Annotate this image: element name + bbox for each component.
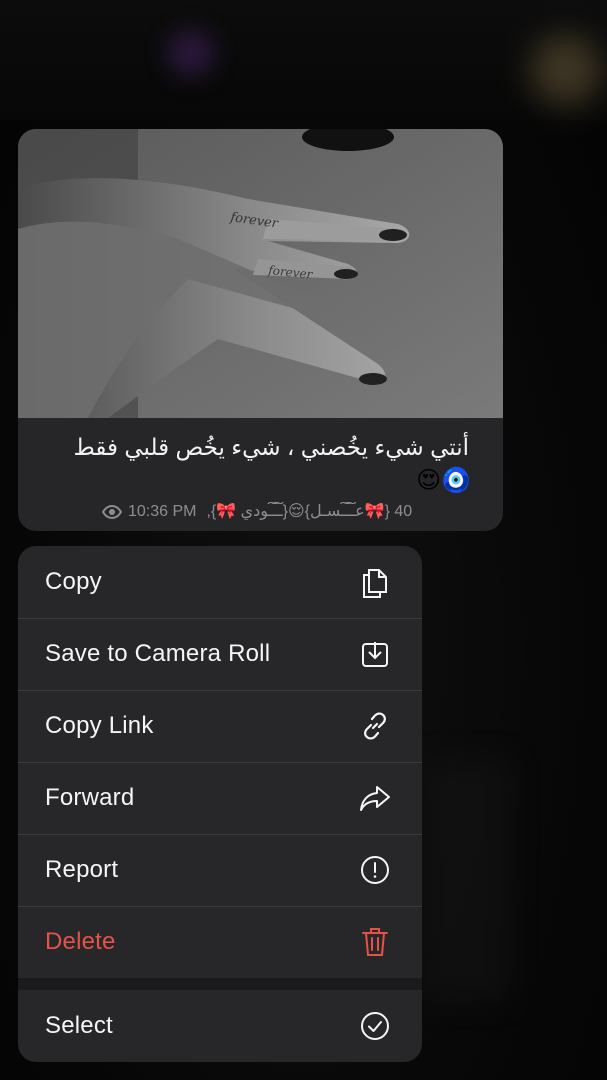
message-bubble[interactable]: forever forever أنتي شيء يخُصني ، شيء يخ…	[18, 129, 503, 531]
caption-emojis: 🧿😍	[416, 467, 471, 494]
copy-link-menu-item[interactable]: Copy Link	[18, 690, 422, 762]
forward-label: Forward	[45, 784, 135, 811]
download-icon	[358, 637, 392, 671]
report-label: Report	[45, 856, 119, 883]
menu-section-separator	[18, 978, 422, 990]
context-menu: Copy Save to Camera Roll Copy Link Forwa…	[18, 546, 422, 1062]
copy-label: Copy	[45, 568, 102, 595]
message-meta: 10:36 PM 40 {🎀عـ͠ـ͠ـسـل}😌{ـ͠ـ͠ـودي 🎀},	[102, 501, 492, 523]
forward-icon	[358, 781, 392, 815]
select-label: Select	[45, 1012, 113, 1039]
screen: forever forever أنتي شيء يخُصني ، شيء يخ…	[0, 0, 607, 1080]
check-circle-icon	[358, 1009, 392, 1043]
blurred-background-panel	[420, 760, 510, 1000]
message-reactions[interactable]: 40 {🎀عـ͠ـ͠ـسـل}😌{ـ͠ـ͠ـودي 🎀},	[206, 501, 412, 523]
report-menu-item[interactable]: Report	[18, 834, 422, 906]
blurred-avatar	[530, 34, 602, 106]
delete-menu-item[interactable]: Delete	[18, 906, 422, 978]
delete-label: Delete	[45, 928, 116, 955]
copy-icon	[358, 565, 392, 599]
trash-icon	[358, 925, 392, 959]
copy-menu-item[interactable]: Copy	[18, 546, 422, 618]
blurred-header-icon	[168, 30, 214, 76]
eye-icon	[102, 505, 122, 519]
hands-photo-image: forever forever	[18, 129, 503, 418]
select-menu-item[interactable]: Select	[18, 990, 422, 1062]
message-time: 10:36 PM	[128, 503, 197, 520]
message-photo[interactable]: forever forever	[18, 129, 503, 418]
save-to-camera-roll-label: Save to Camera Roll	[45, 640, 271, 667]
save-to-camera-roll-menu-item[interactable]: Save to Camera Roll	[18, 618, 422, 690]
link-icon	[358, 709, 392, 743]
forward-menu-item[interactable]: Forward	[18, 762, 422, 834]
copy-link-label: Copy Link	[45, 712, 154, 739]
report-icon	[358, 853, 392, 887]
blurred-chat-header	[0, 0, 607, 120]
message-caption: أنتي شيء يخُصني ، شيء يخُص قلبي فقط	[73, 434, 469, 460]
